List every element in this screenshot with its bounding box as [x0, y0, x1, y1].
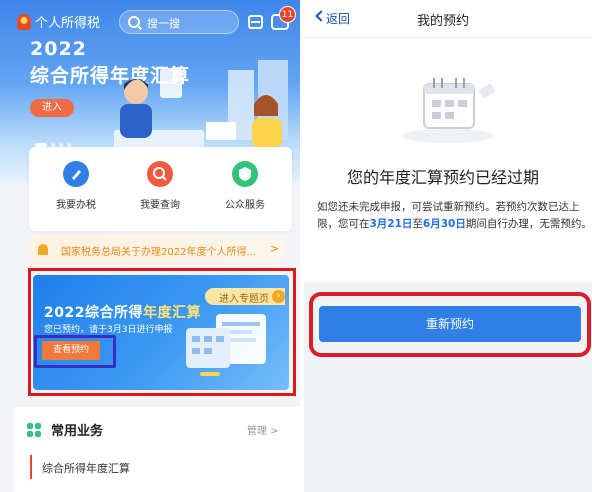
top-bar: 个人所得税 搜一搜 11: [0, 6, 300, 38]
nav-bar: 返回 我的预约: [304, 0, 592, 38]
expired-calendar-illustration: [402, 78, 495, 143]
desc-start-date: 3月21日: [369, 218, 413, 230]
quick-action-file-tax[interactable]: 我要办税: [41, 161, 111, 211]
search-placeholder: 搜一搜: [147, 17, 180, 30]
tax-emblem-icon: [17, 14, 31, 30]
list-item[interactable]: 综合所得年度汇算: [30, 455, 286, 479]
promo-subtitle: 您已预约，请于3月3日进行申报: [44, 325, 173, 335]
shield-icon: [232, 161, 258, 187]
rebook-button[interactable]: 重新预约: [319, 306, 581, 342]
my-appointment-screen: 返回 我的预约 您的年度汇算预约已经过期 如您还未完成申报，可尝试重新预约。若预…: [300, 0, 592, 492]
page-title: 我的预约: [417, 14, 470, 29]
common-services-section: 常用业务 管理 > 综合所得年度汇算: [14, 407, 300, 492]
promo-title-main: 2022综合所得: [44, 305, 143, 321]
quick-action-label: 我要查询: [140, 200, 180, 211]
desc-end-date: 6月30日: [422, 218, 466, 230]
expired-status-title: 您的年度汇算预约已经过期: [347, 168, 540, 187]
quick-action-label: 公众服务: [225, 200, 265, 211]
search-icon: [128, 16, 140, 28]
notice-bar[interactable]: 国家税务总局关于办理2022年度个人所得... >: [29, 236, 285, 264]
back-button[interactable]: 返回: [326, 10, 350, 27]
view-appointment-button[interactable]: 查看预约: [42, 341, 100, 360]
scan-icon[interactable]: [248, 15, 263, 29]
promo-title: 2022综合所得年度汇算: [44, 302, 201, 322]
calendar-illustration: [186, 314, 266, 376]
manage-link[interactable]: 管理 >: [247, 422, 279, 437]
notice-text: 国家税务总局关于办理2022年度个人所得...: [61, 247, 256, 258]
app-title: 个人所得税: [35, 16, 101, 31]
quick-action-public-service[interactable]: 公众服务: [210, 161, 280, 211]
search-bar[interactable]: 搜一搜: [119, 10, 239, 34]
banner-year: 2022: [30, 38, 87, 60]
magnifier-icon: [147, 161, 173, 187]
message-count-badge: 11: [279, 6, 296, 23]
list-item-label: 综合所得年度汇算: [42, 462, 130, 475]
quick-action-label: 我要办税: [56, 200, 96, 211]
quick-actions-card: 我要办税 我要查询 公众服务: [29, 147, 292, 231]
grid-icon: [27, 423, 41, 437]
desc-text: 至: [412, 218, 423, 230]
desc-text: 期间自行办理，无需预约。: [465, 218, 592, 230]
section-title: 常用业务: [51, 424, 104, 439]
expired-description: 如您还未完成申报，可尝试重新预约。若预约次数已达上限，您可在3月21日至6月30…: [317, 199, 592, 233]
bell-icon: [38, 244, 48, 255]
chevron-left-icon[interactable]: [315, 10, 327, 22]
banner-enter-button[interactable]: 进入: [30, 99, 74, 117]
pen-icon: [63, 161, 89, 187]
carousel-dots[interactable]: [35, 132, 75, 147]
left-app-screen: 个人所得税 搜一搜 11 2022 综合所得年度汇算 进入 我要办税 我要查询 …: [0, 0, 300, 492]
chevron-right-icon: >: [270, 242, 280, 255]
quick-action-query[interactable]: 我要查询: [125, 161, 195, 211]
